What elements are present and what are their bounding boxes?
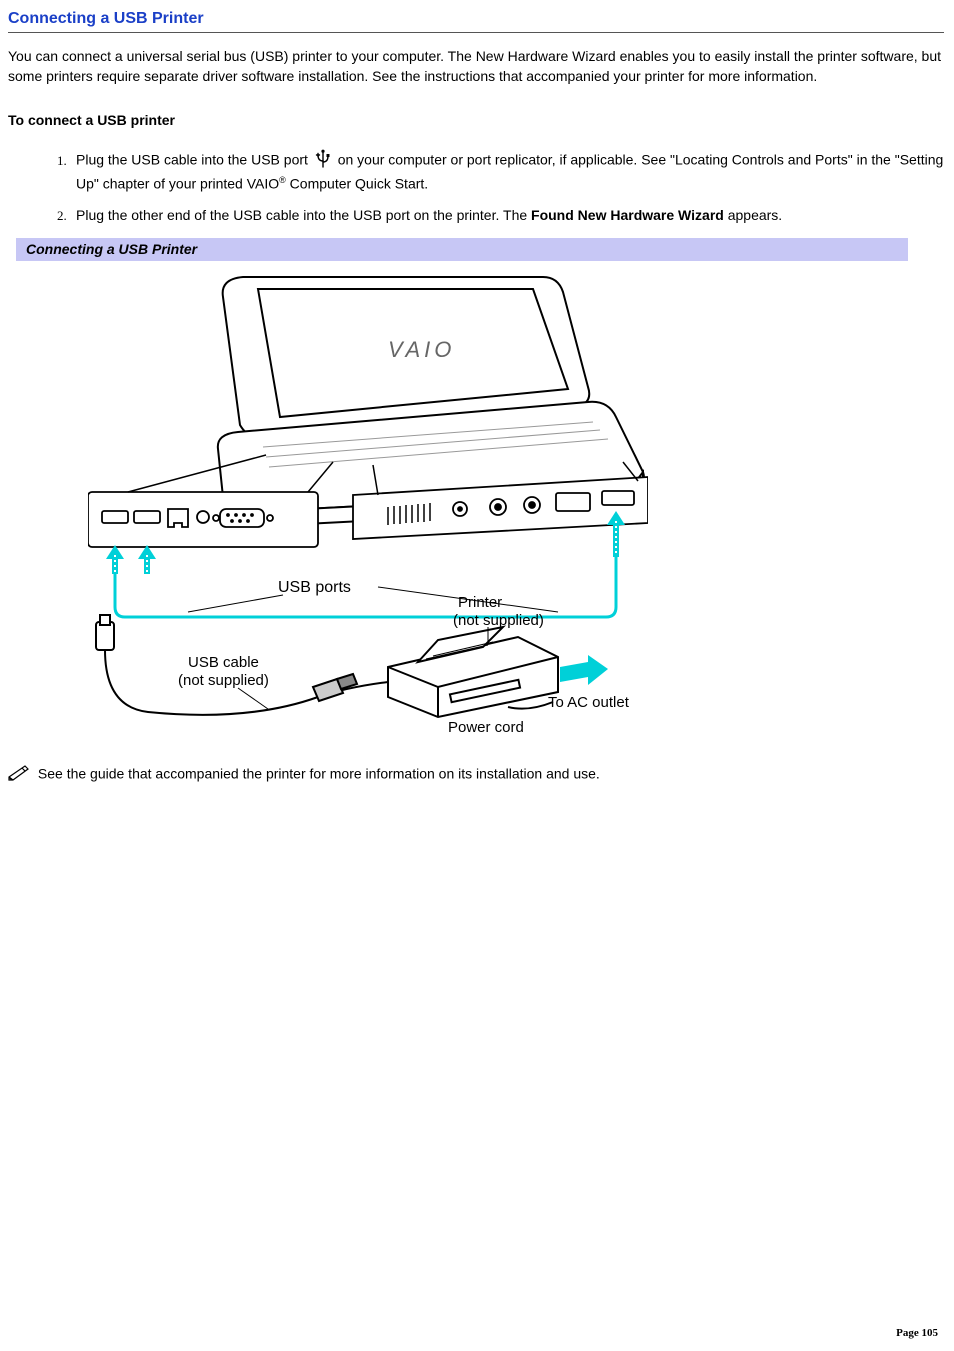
footnote: See the guide that accompanied the print… <box>8 763 944 787</box>
step-2-text-b: appears. <box>724 207 782 223</box>
intro-paragraph: You can connect a universal serial bus (… <box>8 47 944 86</box>
step-2-bold: Found New Hardware Wizard <box>531 207 724 223</box>
label-printer: Printer <box>458 594 502 611</box>
procedure-steps: Plug the USB cable into the USB port on … <box>8 148 944 225</box>
step-1-text-a: Plug the USB cable into the USB port <box>76 152 312 168</box>
label-usb-ports: USB ports <box>278 579 351 596</box>
title-rule <box>8 32 944 33</box>
registered-mark: ® <box>279 175 286 185</box>
procedure-subhead: To connect a USB printer <box>8 111 944 131</box>
note-icon <box>8 763 30 787</box>
page-title: Connecting a USB Printer <box>8 8 944 30</box>
figure-caption: Connecting a USB Printer <box>16 238 908 262</box>
label-ac-outlet: To AC outlet <box>548 694 630 711</box>
svg-text:VAIO: VAIO <box>388 337 455 362</box>
connection-diagram: VAIO <box>88 267 944 743</box>
usb-icon <box>314 148 332 174</box>
label-power-cord: Power cord <box>448 719 524 736</box>
step-1: Plug the USB cable into the USB port on … <box>70 148 944 194</box>
step-1-text-c: Computer Quick Start. <box>286 175 428 191</box>
page-number: Page 105 <box>896 1326 938 1341</box>
footnote-text: See the guide that accompanied the print… <box>38 765 600 781</box>
step-2-text-a: Plug the other end of the USB cable into… <box>76 207 531 223</box>
step-2: Plug the other end of the USB cable into… <box>70 206 944 226</box>
label-usb-cable-sub: (not supplied) <box>178 672 269 689</box>
label-usb-cable: USB cable <box>188 654 259 671</box>
label-printer-sub: (not supplied) <box>453 612 544 629</box>
